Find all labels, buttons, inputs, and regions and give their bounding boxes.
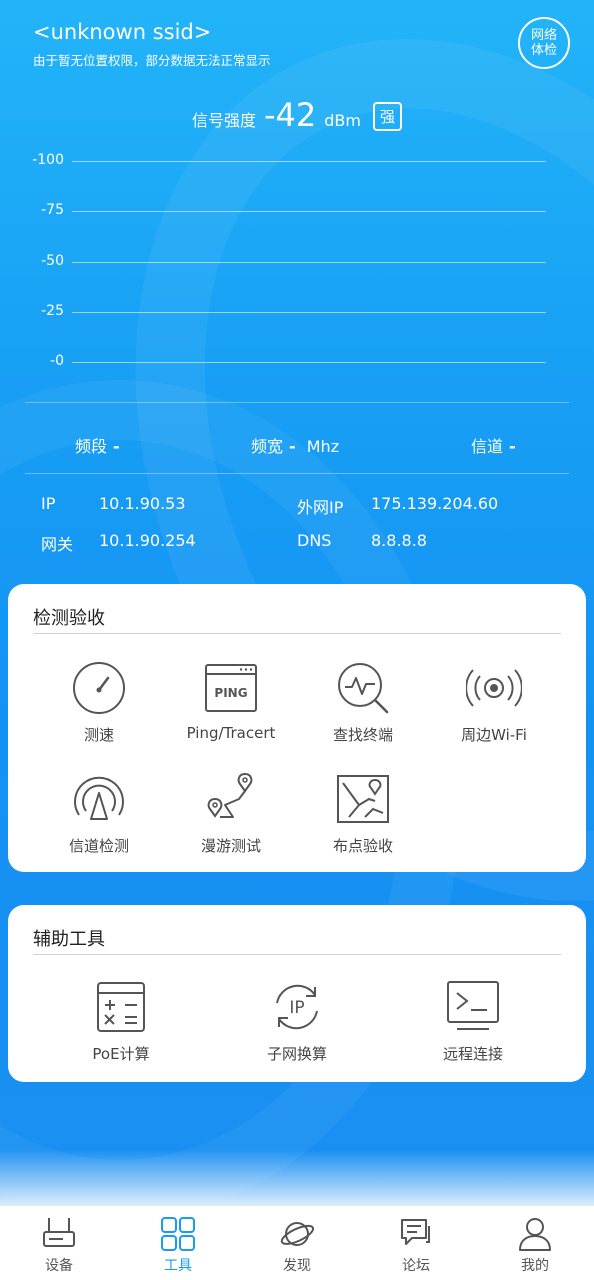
- card-title: 检测验收: [33, 608, 105, 629]
- band-label: 频段: [75, 437, 108, 456]
- grid-line: [72, 211, 546, 212]
- permission-note: 由于暂无位置权限，部分数据无法正常显示: [33, 53, 271, 68]
- tool-remote-connect[interactable]: 远程连接: [403, 979, 543, 1064]
- dns-label: DNS: [297, 531, 332, 550]
- channel-detect-icon: [74, 776, 124, 820]
- y-tick-label: -50: [41, 253, 64, 269]
- tab-label: 工具: [164, 1258, 192, 1274]
- tab-devices[interactable]: 设备: [19, 1216, 99, 1275]
- tool-roaming-test[interactable]: 漫游测试: [161, 771, 301, 856]
- tool-label: 信道检测: [68, 837, 129, 855]
- tool-find-terminal[interactable]: 查找终端: [293, 660, 433, 745]
- check-button-line2: 体检: [530, 43, 557, 58]
- gateway-label: 网关: [41, 535, 74, 554]
- y-tick-label: -25: [41, 303, 64, 319]
- tab-label: 论坛: [402, 1258, 430, 1274]
- bandwidth-unit: Mhz: [306, 437, 340, 456]
- map-point-icon: [337, 775, 389, 823]
- detect-card: 检测验收 测速 PING Ping/Tracert 查找终端 周边Wi-Fi 信…: [8, 584, 586, 872]
- bottom-tab-bar: 设备 工具 发现 论坛 我的: [0, 1205, 594, 1280]
- ip-text: IP: [289, 998, 304, 1018]
- y-tick-label: -100: [32, 152, 64, 168]
- band-value: -: [113, 437, 120, 456]
- bandwidth-label: 频宽: [251, 437, 284, 456]
- tab-tools[interactable]: 工具: [138, 1216, 218, 1275]
- calculator-icon: [97, 982, 145, 1032]
- band-item: 频段 -: [75, 433, 120, 457]
- tab-profile[interactable]: 我的: [495, 1216, 575, 1275]
- tool-subnet-convert[interactable]: IP 子网换算: [227, 979, 367, 1064]
- channel-label: 信道: [471, 437, 504, 456]
- wan-ip-label: 外网IP: [297, 498, 344, 517]
- bottom-fade: [0, 1150, 594, 1210]
- find-terminal-icon: [338, 663, 389, 714]
- check-button-line1: 网络: [530, 28, 557, 43]
- chat-icon: [401, 1219, 430, 1245]
- divider: [25, 473, 569, 474]
- tool-label: 查找终端: [332, 726, 393, 744]
- tool-speed-test[interactable]: 测速: [29, 660, 169, 745]
- planet-icon: [280, 1222, 315, 1246]
- y-tick-label: -75: [41, 202, 64, 218]
- tool-label: 漫游测试: [200, 837, 261, 855]
- tab-label: 我的: [521, 1258, 549, 1274]
- card-divider: [33, 954, 561, 955]
- tool-label: 远程连接: [442, 1045, 503, 1063]
- grid-line: [72, 161, 546, 162]
- grid-line: [72, 262, 546, 263]
- ip-label: IP: [41, 494, 56, 513]
- signal-badge: 强: [372, 102, 402, 131]
- tool-nearby-wifi[interactable]: 周边Wi-Fi: [424, 660, 564, 745]
- channel-value: -: [509, 437, 516, 456]
- tool-site-acceptance[interactable]: 布点验收: [293, 771, 433, 856]
- wan-ip-value: 175.139.204.60: [371, 494, 499, 513]
- tool-channel-detect[interactable]: 信道检测: [29, 771, 169, 856]
- bandwidth-item: 频宽 - Mhz: [251, 433, 339, 457]
- tool-label: 周边Wi-Fi: [461, 726, 527, 744]
- network-check-button[interactable]: 网络 体检: [518, 17, 570, 69]
- user-icon: [519, 1218, 551, 1251]
- signal-unit: dBm: [324, 111, 361, 130]
- ping-text: PING: [214, 686, 247, 700]
- tab-discover[interactable]: 发现: [257, 1216, 337, 1275]
- signal-label: 信号强度: [191, 111, 256, 130]
- ssid-title: <unknown ssid>: [33, 20, 212, 44]
- terminal-icon: [447, 981, 499, 1030]
- tool-label: 测速: [83, 726, 114, 744]
- tool-ping[interactable]: PING Ping/Tracert: [161, 660, 301, 742]
- router-icon: [43, 1218, 75, 1247]
- speedometer-icon: [73, 662, 125, 714]
- aux-card: 辅助工具 PoE计算 IP 子网换算 远程连接: [8, 905, 586, 1082]
- dns-value: 8.8.8.8: [371, 531, 427, 550]
- tab-label: 发现: [283, 1258, 311, 1274]
- grid-line: [72, 312, 546, 313]
- y-tick-label: -0: [50, 353, 64, 369]
- ip-convert-icon: IP: [276, 984, 318, 1030]
- tool-label: 子网换算: [266, 1045, 327, 1063]
- signal-strength: 信号强度 -42 dBm 强: [0, 96, 594, 135]
- tab-label: 设备: [45, 1258, 73, 1274]
- signal-value: -42: [264, 96, 317, 134]
- channel-item: 信道 -: [471, 433, 516, 457]
- card-title: 辅助工具: [33, 929, 105, 950]
- ping-icon: PING: [205, 664, 257, 712]
- ip-value: 10.1.90.53: [99, 494, 186, 513]
- tool-label: PoE计算: [92, 1045, 150, 1063]
- grid-line: [72, 362, 546, 363]
- tab-forum[interactable]: 论坛: [376, 1216, 456, 1275]
- tool-label: Ping/Tracert: [186, 724, 276, 742]
- divider: [25, 402, 569, 403]
- tool-poe-calc[interactable]: PoE计算: [51, 979, 191, 1064]
- roaming-route-icon: [207, 772, 253, 818]
- bandwidth-value: -: [289, 437, 296, 456]
- gateway-value: 10.1.90.254: [99, 531, 196, 550]
- grid-icon: [161, 1217, 195, 1251]
- tool-label: 布点验收: [332, 837, 393, 855]
- wifi-broadcast-icon: [466, 669, 522, 707]
- card-divider: [33, 633, 561, 634]
